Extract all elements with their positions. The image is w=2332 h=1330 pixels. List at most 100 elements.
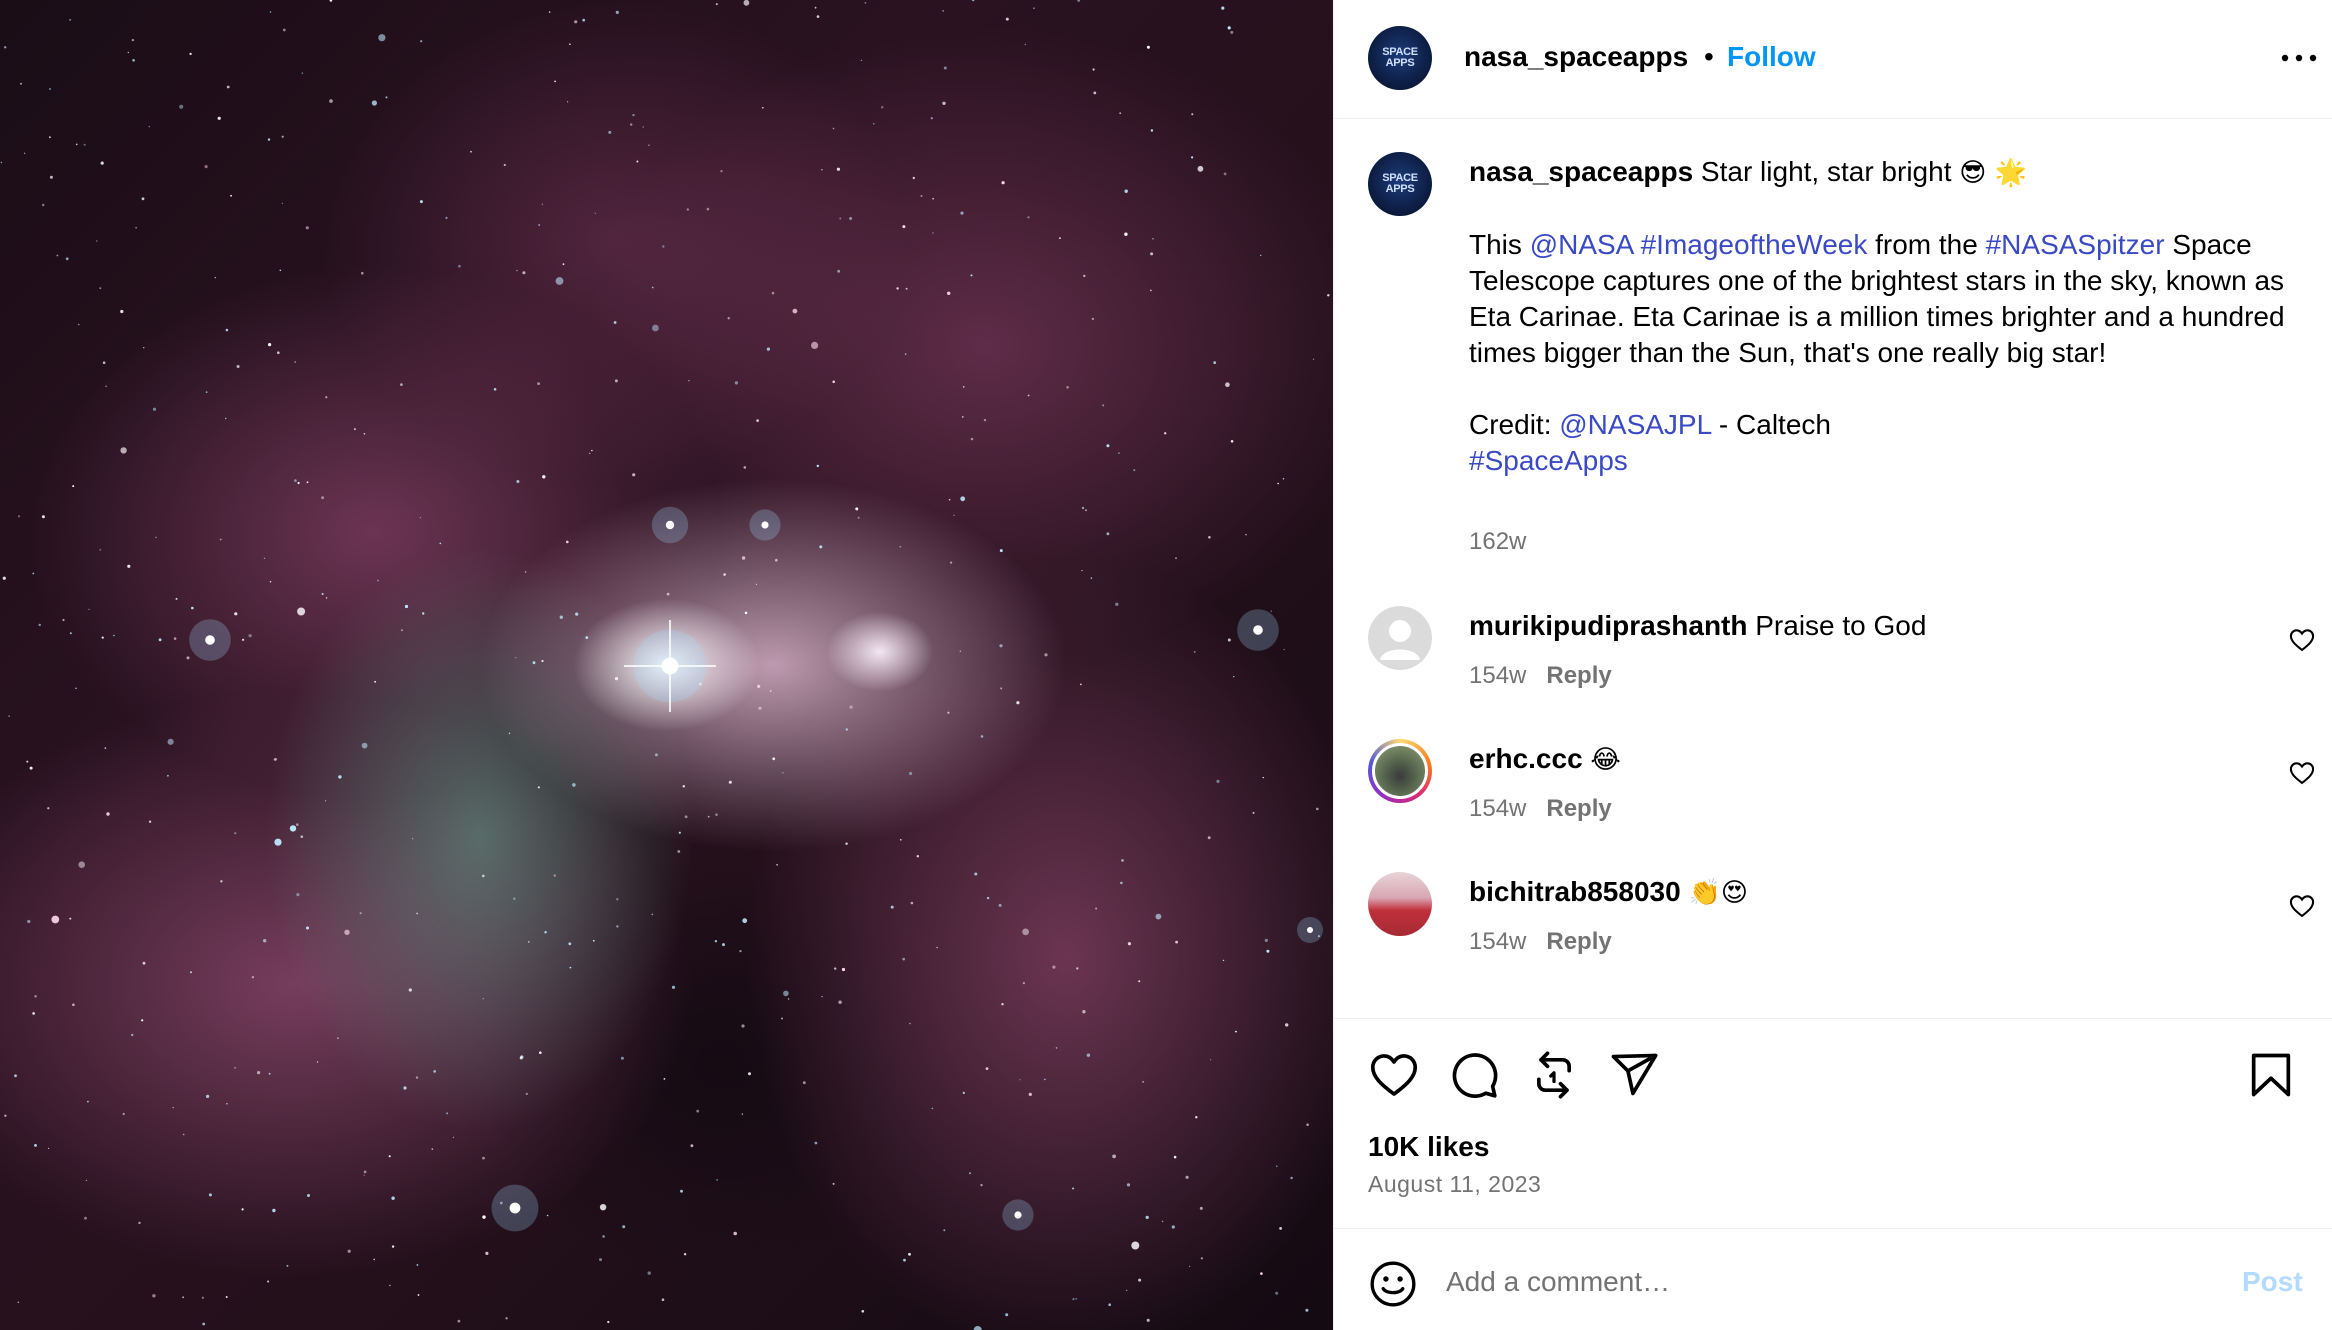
star [861, 1310, 865, 1313]
post-header: SPACE APPS nasa_spaceapps • Follow [1334, 0, 2332, 119]
comment-username[interactable]: bichitrab858030 [1469, 876, 1681, 907]
post-comment-button[interactable]: Post [2242, 1266, 2303, 1298]
star [1277, 482, 1279, 485]
star [972, 0, 975, 2]
caption-username[interactable]: nasa_spaceapps [1469, 156, 1693, 187]
star [257, 1071, 261, 1075]
star [519, 1056, 523, 1060]
star [1066, 386, 1069, 389]
reply-button[interactable]: Reply [1546, 795, 1611, 822]
star [41, 515, 45, 519]
star [391, 1245, 395, 1248]
star [457, 1319, 461, 1323]
bookmark-icon[interactable] [2245, 1049, 2297, 1101]
star [69, 632, 72, 635]
star [294, 479, 297, 482]
star [23, 152, 26, 154]
commenter-avatar-photo[interactable] [1368, 872, 1432, 936]
comment-like-heart-icon[interactable] [2288, 626, 2316, 654]
comment-item: murikipudiprashanth Praise to God 154w Re… [1334, 606, 2332, 716]
hashtag-spaceapps[interactable]: #SpaceApps [1469, 445, 1628, 476]
mention-nasajpl[interactable]: @NASAJPL [1559, 409, 1711, 440]
comment-timestamp[interactable]: 154w [1469, 795, 1526, 822]
star [1197, 165, 1204, 172]
caption-headline: Star light, star bright [1700, 156, 1952, 187]
star [1173, 1155, 1177, 1159]
hashtag-imageoftheweek[interactable]: #ImageoftheWeek [1641, 229, 1868, 260]
star [1106, 532, 1110, 536]
star [814, 6, 817, 9]
star [588, 452, 591, 455]
star [748, 1072, 751, 1076]
follow-button[interactable]: Follow [1727, 41, 1816, 73]
bright-star [205, 635, 215, 645]
hashtag-nasaspitzer[interactable]: #NASASpitzer [1986, 229, 2165, 260]
post-media-image[interactable] [0, 0, 1333, 1330]
star [1264, 938, 1268, 943]
share-paper-plane-icon[interactable] [1608, 1049, 1660, 1101]
star [899, 545, 902, 548]
star [433, 1070, 437, 1073]
star [524, 571, 527, 573]
star [690, 1144, 694, 1148]
star [832, 127, 835, 130]
comment-username[interactable]: erhc.ccc [1469, 743, 1583, 774]
star [1279, 1227, 1282, 1230]
repost-icon[interactable] [1528, 1049, 1580, 1101]
star [152, 1294, 156, 1298]
mention-nasa[interactable]: @NASA [1530, 229, 1633, 260]
star [225, 1296, 228, 1298]
star [17, 515, 21, 518]
star [1001, 181, 1005, 185]
star [206, 1094, 210, 1098]
star [962, 386, 965, 388]
star [1138, 1278, 1142, 1282]
star [132, 59, 135, 62]
comment-input[interactable] [1446, 1257, 2166, 1307]
star [1316, 807, 1319, 811]
commenter-avatar-default[interactable] [1368, 606, 1432, 670]
star [297, 481, 300, 485]
star [942, 10, 944, 12]
comment-username[interactable]: murikipudiprashanth [1469, 610, 1747, 641]
star [544, 931, 547, 934]
star [916, 855, 919, 858]
nebula-starfield [0, 0, 1330, 1330]
star [131, 1033, 134, 1037]
star [591, 449, 593, 452]
star [1282, 478, 1285, 480]
reply-button[interactable]: Reply [1546, 928, 1611, 955]
comment-timestamp[interactable]: 154w [1469, 662, 1526, 689]
star [306, 481, 309, 484]
caption-author-avatar[interactable]: SPACE APPS [1368, 152, 1432, 216]
star [680, 1189, 683, 1193]
star [1146, 45, 1150, 49]
post-actions: 10K likes August 11, 2023 [1334, 1018, 2332, 1228]
author-avatar[interactable]: SPACE APPS [1368, 26, 1432, 90]
star [205, 391, 208, 393]
more-horizontal-icon[interactable] [2277, 40, 2321, 76]
star [1230, 30, 1234, 34]
caption-timestamp[interactable]: 162w [1469, 528, 1526, 556]
star [943, 66, 947, 70]
comment-like-heart-icon[interactable] [2288, 759, 2316, 787]
star [686, 208, 689, 211]
comment-bubble-icon[interactable] [1448, 1049, 1500, 1101]
commenter-avatar-story-ring[interactable] [1368, 739, 1432, 803]
comment-like-heart-icon[interactable] [2288, 892, 2316, 920]
comment-timestamp[interactable]: 154w [1469, 928, 1526, 955]
author-username[interactable]: nasa_spaceapps [1464, 41, 1688, 73]
star [960, 496, 966, 502]
star [1175, 557, 1177, 560]
star [353, 428, 356, 431]
likes-count[interactable]: 10K likes [1368, 1131, 1489, 1163]
post-date[interactable]: August 11, 2023 [1368, 1171, 1541, 1198]
star [932, 232, 934, 234]
emoji-smiley-icon[interactable] [1368, 1259, 1418, 1309]
star [758, 706, 762, 710]
star [3, 46, 7, 49]
star [281, 202, 284, 205]
heart-icon[interactable] [1368, 1049, 1420, 1101]
reply-button[interactable]: Reply [1546, 662, 1611, 689]
star [385, 96, 388, 99]
